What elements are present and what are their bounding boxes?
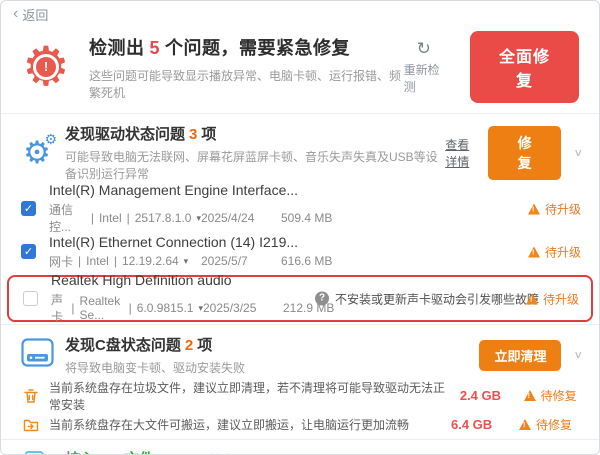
question-icon: ?: [315, 292, 329, 306]
check-icon: ✓: [22, 245, 35, 260]
driver-checkbox[interactable]: ✓: [21, 201, 36, 216]
driver-version: 12.19.2.64: [122, 254, 179, 268]
back-button[interactable]: ‹ 返回: [13, 5, 48, 24]
warning-triangle-icon: !: [526, 293, 538, 304]
hint-text: 不安装或更新声卡驱动会引发哪些故障: [335, 290, 539, 307]
driver-version: 6.0.9815.1: [137, 301, 194, 315]
alert-header: ⚙ ! 检测出5个问题，需要紧急修复 这些问题可能导致显示播放异常、电脑卡顿、运…: [1, 27, 599, 113]
driver-size: 509.4 MB: [281, 211, 361, 225]
audio-driver-hint[interactable]: ? 不安装或更新声卡驱动会引发哪些故障: [315, 290, 539, 307]
driver-vendor: Intel: [86, 254, 109, 268]
status-badge: ! 待修复: [524, 387, 583, 404]
cdrive-section-title: 发现C盘状态问题2项: [65, 334, 245, 355]
driver-size: 616.6 MB: [281, 254, 361, 268]
page-title: 检测出5个问题，需要紧急修复: [89, 34, 404, 60]
warning-triangle-icon: !: [528, 203, 540, 214]
driver-section-header: ⚙ ⚙ 发现驱动状态问题3项 可能导致电脑无法联网、屏幕花屏蓝屏卡顿、音乐失声失…: [1, 114, 599, 187]
dll-section: DLL 核心DLL文件 (1145 个检查项) DLL动态库异常或缺失将导致软件…: [1, 440, 599, 455]
warning-triangle-icon: !: [519, 419, 531, 430]
issue-text: 当前系统盘存在垃圾文件，建议立即清理，若不清理将可能导致驱动无法正常安装: [49, 379, 450, 413]
driver-row-highlighted[interactable]: Realtek High Definition audio 声卡 | Realt…: [7, 275, 593, 322]
repair-all-button[interactable]: 全面修复: [470, 31, 579, 103]
driver-section-subtitle: 可能导致电脑无法联网、屏幕花屏蓝屏卡顿、音乐失声失真及USB等设备识别运行异常: [65, 148, 445, 182]
clean-now-button[interactable]: 立即清理: [479, 340, 561, 371]
dll-file-icon: DLL: [22, 450, 52, 455]
driver-name: Intel(R) Ethernet Connection (14) I219..…: [49, 234, 361, 250]
driver-date: 2025/4/24: [201, 211, 281, 225]
refresh-icon: ↻: [417, 39, 431, 59]
status-label: 待升级: [545, 200, 581, 217]
exclamation-mark: !: [36, 57, 56, 77]
driver-vendor: Intel: [99, 211, 122, 225]
driver-checkbox[interactable]: [23, 291, 38, 306]
status-badge: ! 待升级: [528, 243, 581, 260]
cdrive-section-subtitle: 将导致电脑变卡顿、驱动安装失败: [65, 359, 245, 376]
status-label: 待修复: [541, 387, 577, 404]
collapse-chevron-icon[interactable]: ∨: [573, 349, 583, 362]
recheck-button[interactable]: ↻ 重新检测: [404, 39, 444, 95]
status-label: 待升级: [543, 290, 579, 307]
driver-problem-count: 3: [189, 126, 197, 143]
driver-row[interactable]: ✓ Intel(R) Ethernet Connection (14) I219…: [1, 230, 599, 273]
warning-triangle-icon: !: [528, 246, 540, 257]
driver-name: Realtek High Definition audio: [51, 272, 363, 288]
issue-size: 2.4 GB: [460, 388, 514, 403]
issue-size: 6.4 GB: [451, 417, 509, 432]
status-label: 待修复: [536, 416, 572, 433]
page-subtitle: 这些问题可能导致显示播放异常、电脑卡顿、运行报错、频繁死机: [89, 67, 404, 101]
driver-name: Intel(R) Management Engine Interface...: [49, 182, 361, 198]
driver-checkbox[interactable]: ✓: [21, 244, 36, 259]
repair-drivers-button[interactable]: 修复: [488, 126, 562, 180]
cdrive-problem-count: 2: [185, 337, 193, 354]
back-label: 返回: [22, 5, 48, 24]
trash-icon: [23, 388, 39, 404]
view-details-link[interactable]: 查看详情: [445, 136, 476, 170]
driver-date: 2025/5/7: [201, 254, 281, 268]
driver-date: 2025/3/25: [203, 301, 283, 315]
driver-vendor: Realtek Se...: [80, 294, 124, 322]
driver-row[interactable]: ✓ Intel(R) Management Engine Interface..…: [1, 187, 599, 230]
cdrive-section-header: 发现C盘状态问题2项 将导致电脑变卡顿、驱动安装失败 立即清理 ∨: [1, 325, 599, 381]
check-icon: ✓: [22, 202, 35, 217]
version-dropdown-icon[interactable]: ▾: [184, 256, 189, 267]
large-files-row[interactable]: 当前系统盘存在大文件可搬运，建议立即搬运，让电脑运行更加流畅 6.4 GB ! …: [1, 410, 599, 439]
driver-category: 网卡: [49, 253, 73, 270]
driver-category: 声卡: [51, 291, 66, 325]
issue-text: 当前系统盘存在大文件可搬运，建议立即搬运，让电脑运行更加流畅: [49, 416, 409, 433]
status-badge: ! 待修复: [519, 416, 583, 433]
status-badge: ! 待升级: [528, 200, 581, 217]
status-label: 待升级: [545, 243, 581, 260]
driver-version: 2517.8.1.0: [135, 211, 192, 225]
junk-files-row[interactable]: 当前系统盘存在垃圾文件，建议立即清理，若不清理将可能导致驱动无法正常安装 2.4…: [1, 381, 599, 410]
collapse-chevron-icon[interactable]: ∨: [573, 146, 583, 159]
problem-count: 5: [150, 38, 161, 58]
driver-section-title: 发现驱动状态问题3项: [65, 123, 445, 144]
status-badge: ! 待升级: [526, 290, 579, 307]
driver-gears-icon: ⚙ ⚙: [19, 135, 55, 171]
recheck-label: 重新检测: [404, 61, 444, 95]
alert-gear-icon: ⚙ !: [17, 38, 75, 96]
back-chevron-icon: ‹: [13, 6, 18, 22]
warning-triangle-icon: !: [524, 390, 536, 401]
disk-drive-icon: [21, 338, 54, 368]
folder-move-icon: [23, 417, 39, 433]
top-bar: ‹ 返回: [1, 1, 599, 27]
driver-tool-window: ‹ 返回 ⚙ ! 检测出5个问题，需要紧急修复 这些问题可能导致显示播放异常、电…: [0, 0, 600, 455]
dll-section-title: 核心DLL文件: [65, 451, 154, 455]
